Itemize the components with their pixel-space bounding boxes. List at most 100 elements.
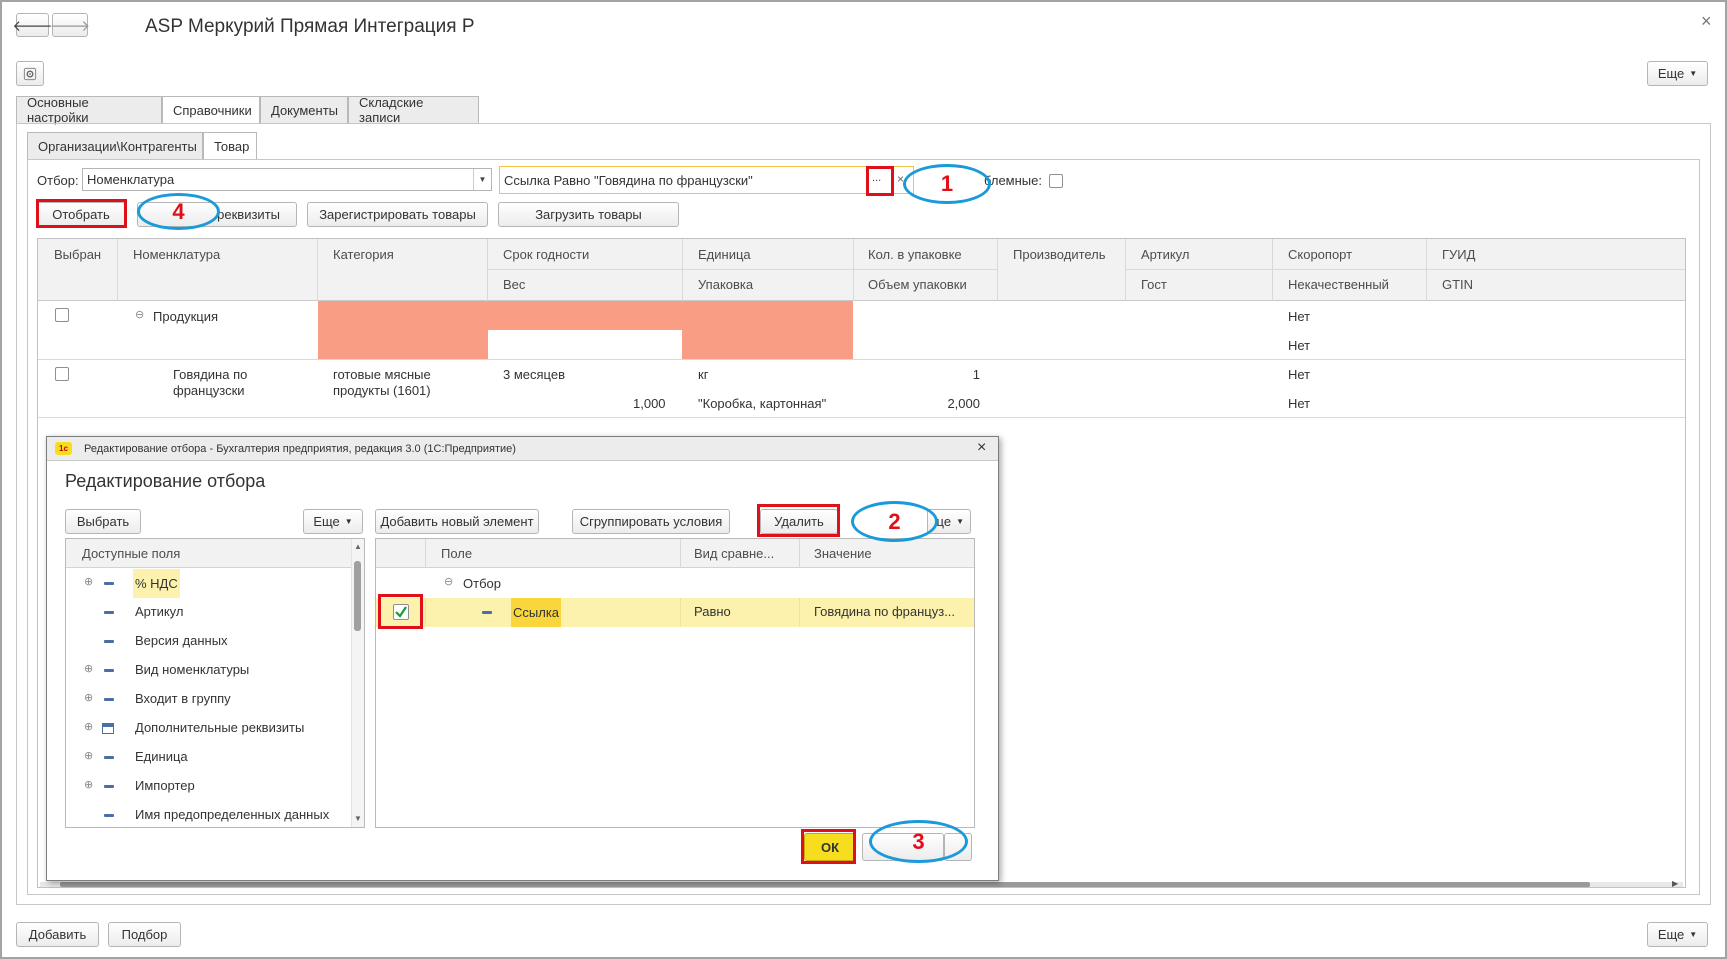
col-header-weight[interactable]: Вес [503,277,525,292]
dialog-window-title: Редактирование отбора - Бухгалтерия пред… [84,442,516,455]
col-header-value[interactable]: Значение [814,546,872,561]
tree-item[interactable]: ⊕ Единица [66,743,350,772]
dialog-close-icon[interactable]: × [977,439,986,457]
expand-icon[interactable]: ⊕ [84,749,93,762]
tabs-panel-right [1710,123,1711,904]
col-sep [680,539,681,568]
col-header-gtin[interactable]: GTIN [1442,277,1473,292]
group-row-defective: Нет [1288,338,1311,353]
tree-item-label: Артикул [135,604,184,619]
col-header-perishable[interactable]: Скоропорт [1288,247,1352,262]
field-icon [104,785,114,788]
field-icon [104,669,114,672]
col-header-manufacturer[interactable]: Производитель [1013,247,1106,262]
condition-row[interactable]: Ссылка Равно Говядина по француз... [376,598,974,627]
tree-item[interactable]: ⊕ Входит в группу [66,685,350,714]
tree-item[interactable]: ⊕ Дополнительные реквизиты [66,714,350,743]
tab-main-settings[interactable]: Основные настройки [16,95,162,125]
gear-icon [23,67,37,80]
tab-documents[interactable]: Документы [260,96,348,123]
col-header-pack-volume[interactable]: Объем упаковки [868,277,967,292]
item-defective: Нет [1288,396,1311,411]
field-icon [104,640,114,643]
col-sep [1426,239,1427,301]
problem-checkbox[interactable] [1049,174,1063,188]
back-button[interactable]: 🡐 [12,13,53,37]
item-weight: 1,000 [633,396,666,411]
subtabs-panel-border [27,159,1699,160]
available-fields-header: Доступные поля [82,546,181,561]
col-header-unit[interactable]: Единица [698,247,751,262]
expand-icon[interactable]: ⊕ [84,691,93,704]
tab-organizations[interactable]: Организации\Контрагенты [27,132,203,159]
col-header-selected[interactable]: Выбран [54,247,101,262]
tree-scroll-thumb[interactable] [354,561,361,631]
group-row-name: Продукция [153,309,219,324]
group-conditions-button[interactable]: Сгруппировать условия [572,509,730,534]
scrollbar-thumb[interactable] [60,882,1590,887]
row-checkbox[interactable] [55,367,69,381]
col-header-package[interactable]: Упаковка [698,277,753,292]
col-header-shelf-life[interactable]: Срок годности [503,247,589,262]
col-header-defective[interactable]: Некачественный [1288,277,1389,292]
collapse-icon[interactable]: ⊖ [135,308,144,321]
settings-button[interactable] [16,61,44,86]
add-button[interactable]: Добавить [16,922,99,947]
tab-warehouse-records[interactable]: Складские записи [348,95,479,125]
register-goods-button[interactable]: Зарегистрировать товары [307,202,488,227]
filter-edit-dialog: 1с Редактирование отбора - Бухгалтерия п… [46,436,999,881]
collapse-icon[interactable]: ⊖ [444,575,453,588]
close-icon[interactable]: × [1701,11,1712,32]
redacted-area-white [488,330,682,359]
row-divider [38,359,1685,360]
col-header-qty-in-pack[interactable]: Кол. в упаковке [868,247,962,262]
expand-icon[interactable]: ⊕ [84,662,93,675]
expand-icon[interactable]: ⊕ [84,575,93,588]
scroll-up-icon[interactable]: ▲ [354,542,362,551]
choose-button[interactable]: Выбрать [65,509,141,534]
arrow-left-icon: 🡐 [12,17,53,35]
load-goods-button[interactable]: Загрузить товары [498,202,679,227]
add-element-button[interactable]: Добавить новый элемент [375,509,539,534]
dialog-more-button[interactable]: Еще ▼ [303,509,363,534]
tree-item[interactable]: Имя предопределенных данных [66,801,350,827]
row-checkbox[interactable] [55,308,69,322]
condition-value: Говядина по француз... [814,604,956,619]
col-sep [1272,239,1273,301]
filter-field-select[interactable]: Номенклатура ▼ [82,168,492,191]
more-button[interactable]: Еще ▼ [1647,61,1708,86]
app-logo-icon: 1с [55,442,72,455]
scroll-down-icon[interactable]: ▼ [354,814,362,823]
tree-item[interactable]: Версия данных [66,627,350,656]
forward-button[interactable]: 🡒 [50,13,90,37]
col-header-article[interactable]: Артикул [1141,247,1189,262]
expand-icon[interactable]: ⊕ [84,720,93,733]
col-header-gost[interactable]: Гост [1141,277,1167,292]
tab-goods[interactable]: Товар [203,132,257,160]
bottom-more-button[interactable]: Еще ▼ [1647,922,1708,947]
col-header-category[interactable]: Категория [333,247,394,262]
col-header-comparison[interactable]: Вид сравне... [694,546,774,561]
tree-item[interactable]: ⊕ % НДС [66,569,350,598]
item-name: Говядина по [173,367,248,382]
tree-item[interactable]: Артикул [66,598,350,627]
pick-button[interactable]: Подбор [108,922,181,947]
col-header-guid[interactable]: ГУИД [1442,247,1475,262]
annotation-box-delete-button [757,504,840,537]
col-sep [487,239,488,301]
col-header-nomenclature[interactable]: Номенклатура [133,247,220,262]
tree-item[interactable]: ⊕ Вид номенклатуры [66,656,350,685]
field-icon [104,698,114,701]
scroll-right-icon[interactable]: ▶ [1672,879,1678,888]
tabs-panel-left [16,123,17,904]
tree-item[interactable]: ⊕ Импортер [66,772,350,801]
filter-condition-input[interactable]: Ссылка Равно "Говядина по французски" [499,166,914,194]
col-sep [799,598,800,627]
tree-item-label: Дополнительные реквизиты [135,720,305,735]
tab-directories[interactable]: Справочники [162,96,260,124]
col-header-field[interactable]: Поле [441,546,472,561]
chevron-down-icon[interactable]: ▼ [473,169,491,190]
field-icon [104,582,114,585]
col-sep [317,239,318,301]
expand-icon[interactable]: ⊕ [84,778,93,791]
